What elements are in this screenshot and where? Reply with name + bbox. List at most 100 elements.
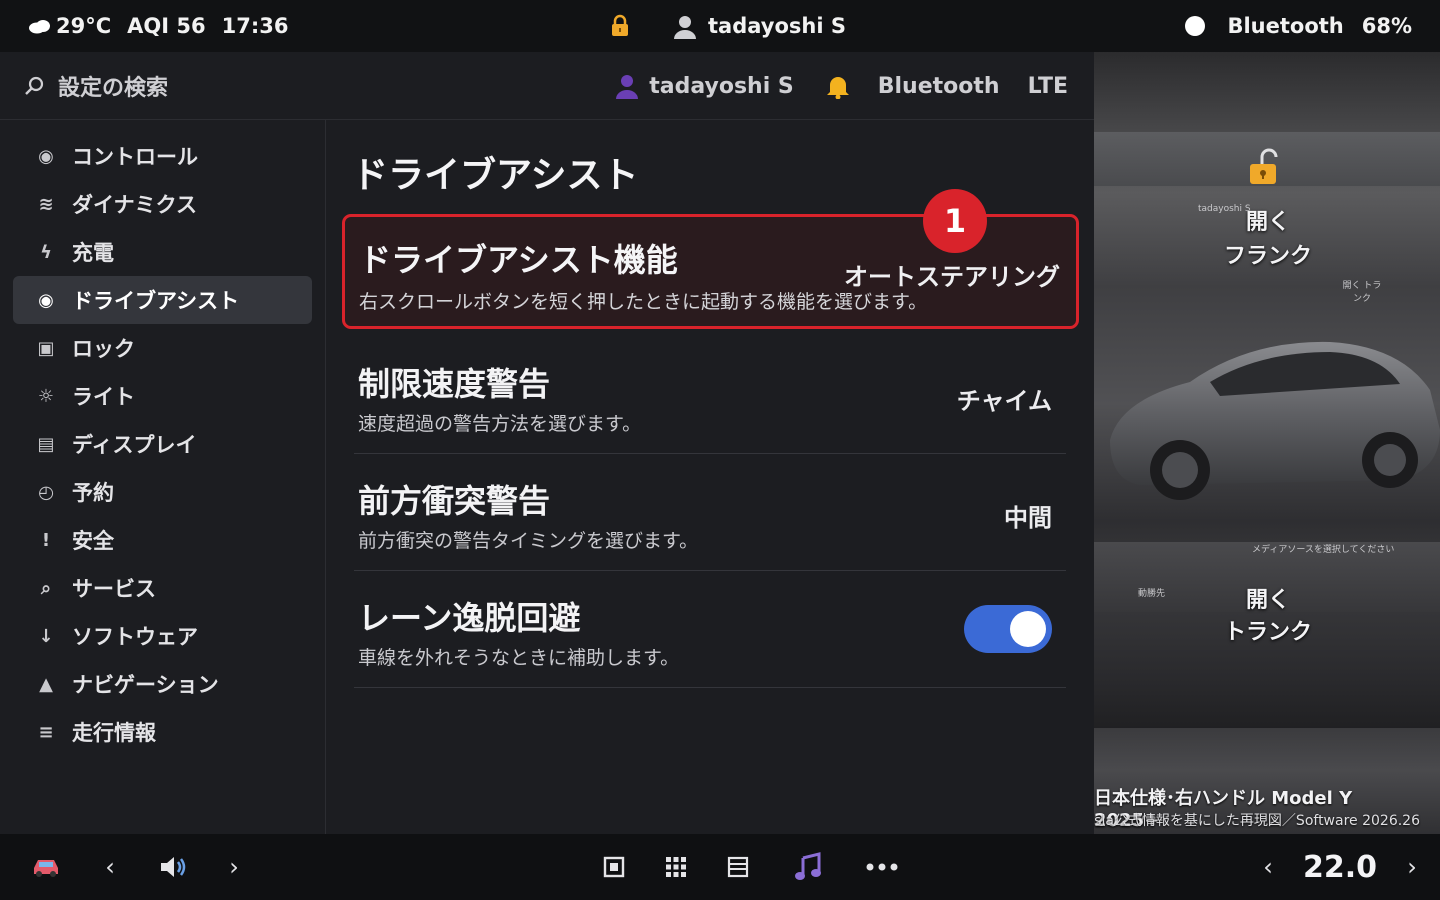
sidebar-item-label: コントロール <box>72 145 198 169</box>
sidebar-item-label: ソフトウェア <box>72 625 198 649</box>
sidebar-item[interactable]: ≋ ダイナミクス <box>13 180 312 228</box>
user-icon <box>616 75 639 99</box>
volume-icon[interactable] <box>154 834 192 900</box>
sidebar-item[interactable]: ▣ ロック <box>13 324 312 372</box>
trunk-open[interactable]: 開く <box>1218 582 1318 614</box>
cabin-temperature[interactable]: 22.0 <box>1300 834 1380 900</box>
more-icon[interactable] <box>862 834 902 900</box>
notification-bell-icon[interactable] <box>824 73 852 99</box>
settings-sidebar: ◉ コントロール ≋ ダイナミクス ϟ 充電 ◉ ドライブアシスト ▣ ロック ☼ ライト ▤ ディスプレ… <box>0 120 326 834</box>
weather: 29°C <box>28 14 111 38</box>
header-right: tadayoshi S Bluetooth LTE <box>615 52 1068 120</box>
sidebar-item-label: サービス <box>72 577 156 601</box>
light-icon: ☼ <box>37 385 55 407</box>
display-icon: ▤ <box>37 433 55 455</box>
settings-search[interactable]: 設定の検索 <box>24 52 168 120</box>
status-bar: 29°C AQI 56 17:36 tadayoshi S Bluetooth … <box>0 0 1440 52</box>
sidebar-item[interactable]: ◴ 予約 <box>13 468 312 516</box>
settings-content: ドライブアシスト ドライブアシスト機能 右スクロールボタンを短く押したときに起動… <box>326 120 1094 834</box>
frunk-open[interactable]: 開く <box>1218 204 1318 236</box>
settings-panel: 設定の検索 tadayoshi S Bluetooth LTE ◉ コントロール ≋… <box>0 52 1094 834</box>
user-icon <box>674 16 696 39</box>
setting-row-drive-assist-feature[interactable]: ドライブアシスト機能 右スクロールボタンを短く押したときに起動する機能を選びます… <box>342 189 1079 329</box>
sidebar-item-label: ディスプレイ <box>72 433 197 457</box>
bottom-dock: ‹ › ‹ 22.0 › <box>0 834 1440 900</box>
setting-description: 右スクロールボタンを短く押したときに起動する機能を選びます。 <box>359 291 928 313</box>
settings-header: 設定の検索 tadayoshi S Bluetooth LTE <box>0 52 1094 120</box>
setting-title: ドライブアシスト機能 <box>359 241 678 279</box>
software-icon: ↓ <box>38 625 54 647</box>
sidebar-item[interactable]: ϟ 充電 <box>13 228 312 276</box>
setting-title: 制限速度警告 <box>358 365 551 403</box>
trunk-label: トランク <box>1223 620 1312 645</box>
setting-row-speed-limit-warning[interactable]: 制限速度警告 速度超過の警告方法を選びます。 チャイム <box>354 337 1066 454</box>
sidebar-item[interactable]: ▲ ナビゲーション <box>13 660 312 708</box>
temp-down-arrow[interactable]: ‹ <box>1256 834 1280 900</box>
service-icon: ⌕ <box>40 577 52 599</box>
page-title: ドライブアシスト <box>352 155 639 196</box>
lock-icon[interactable] <box>610 14 630 38</box>
sidebar-item-label: 安全 <box>72 529 114 553</box>
frunk-label: フランク <box>1223 244 1312 269</box>
header-network: LTE <box>1027 73 1068 99</box>
sidebar-item[interactable]: ◉ ドライブアシスト <box>13 276 312 324</box>
sidebar-item-label: ダイナミクス <box>72 193 197 217</box>
setting-value[interactable]: オートステアリング <box>844 257 1060 292</box>
sidebar-item[interactable]: ! 安全 <box>13 516 312 564</box>
volume-down-arrow[interactable]: ‹ <box>98 834 122 900</box>
sidebar-item[interactable]: ⌕ サービス <box>13 564 312 612</box>
cloud-icon <box>29 20 50 34</box>
car-icon[interactable] <box>26 834 66 900</box>
profile-button[interactable]: tadayoshi S <box>615 73 794 99</box>
aqi: AQI 56 <box>127 14 206 38</box>
sidebar-item-label: ライト <box>72 385 135 409</box>
frunk-lock-icon[interactable] <box>1248 148 1284 186</box>
sidebar-item[interactable]: ◉ コントロール <box>13 132 312 180</box>
lane-departure-toggle[interactable] <box>964 605 1052 653</box>
setting-title: 前方衝突警告 <box>358 482 551 520</box>
setting-description: 車線を外れそうなときに補助します。 <box>358 647 680 669</box>
setting-description: 速度超過の警告方法を選びます。 <box>358 413 642 435</box>
photo-small-trunk: 開く トランク <box>1342 281 1382 304</box>
schedule-icon: ◴ <box>38 481 54 503</box>
photo-caption-source: EVNOVA実車画面＋Tesla公式情報を基にした再現図／Software 20… <box>1094 813 1420 829</box>
status-dot-icon <box>1185 16 1206 36</box>
media-prompt: メディアソースを選択してください <box>1252 545 1395 555</box>
setting-row-forward-collision-warning[interactable]: 前方衝突警告 前方衝突の警告タイミングを選びます。 中間 <box>354 454 1066 571</box>
sidebar-item[interactable]: ▤ ディスプレイ <box>13 420 312 468</box>
battery-level: 68% <box>1361 14 1412 38</box>
dynamics-icon: ≋ <box>38 193 54 215</box>
sidebar-item[interactable]: ≡ 走行情報 <box>13 708 312 756</box>
setting-value[interactable]: チャイム <box>957 381 1052 416</box>
sidebar-item-label: ドライブアシスト <box>72 289 240 313</box>
sidebar-item[interactable]: ↓ ソフトウェア <box>13 612 312 660</box>
music-app-icon[interactable] <box>790 834 826 900</box>
status-center: tadayoshi S <box>610 0 846 52</box>
sidebar-item[interactable]: ☼ ライト <box>13 372 312 420</box>
drive-assist-icon: ◉ <box>38 289 54 311</box>
charging-icon: ϟ <box>40 241 52 263</box>
sidebar-item-label: 充電 <box>72 241 114 265</box>
header-bluetooth[interactable]: Bluetooth <box>878 74 1000 99</box>
status-right: Bluetooth 68% <box>1185 0 1412 52</box>
status-user-name[interactable]: tadayoshi S <box>708 14 846 38</box>
safety-icon: ! <box>41 529 51 551</box>
setting-row-lane-departure-avoidance[interactable]: レーン逸脱回避 車線を外れそうなときに補助します。 <box>354 571 1066 688</box>
lock-icon: ▣ <box>37 337 55 359</box>
vehicle-photo-panel: tadayoshi S 開く フランク 開く トランク メディアソースを選択して… <box>1094 52 1440 834</box>
navigation-icon: ▲ <box>39 673 53 695</box>
search-placeholder: 設定の検索 <box>58 76 169 101</box>
annotation-badge: 1 <box>923 189 987 253</box>
apps-grid-icon[interactable] <box>662 834 690 900</box>
camera-app-icon[interactable] <box>600 834 628 900</box>
list-app-icon[interactable] <box>724 834 752 900</box>
profile-name: tadayoshi S <box>649 73 794 99</box>
volume-up-arrow[interactable]: › <box>222 834 246 900</box>
outside-temperature: 29°C <box>56 14 112 38</box>
setting-value[interactable]: 中間 <box>1004 498 1052 533</box>
temp-up-arrow[interactable]: › <box>1400 834 1424 900</box>
status-bluetooth[interactable]: Bluetooth <box>1227 14 1343 38</box>
sidebar-item-label: 予約 <box>72 481 114 505</box>
setting-description: 前方衝突の警告タイミングを選びます。 <box>358 530 699 552</box>
photo-favorite-label: 動勝先 <box>1138 589 1166 599</box>
